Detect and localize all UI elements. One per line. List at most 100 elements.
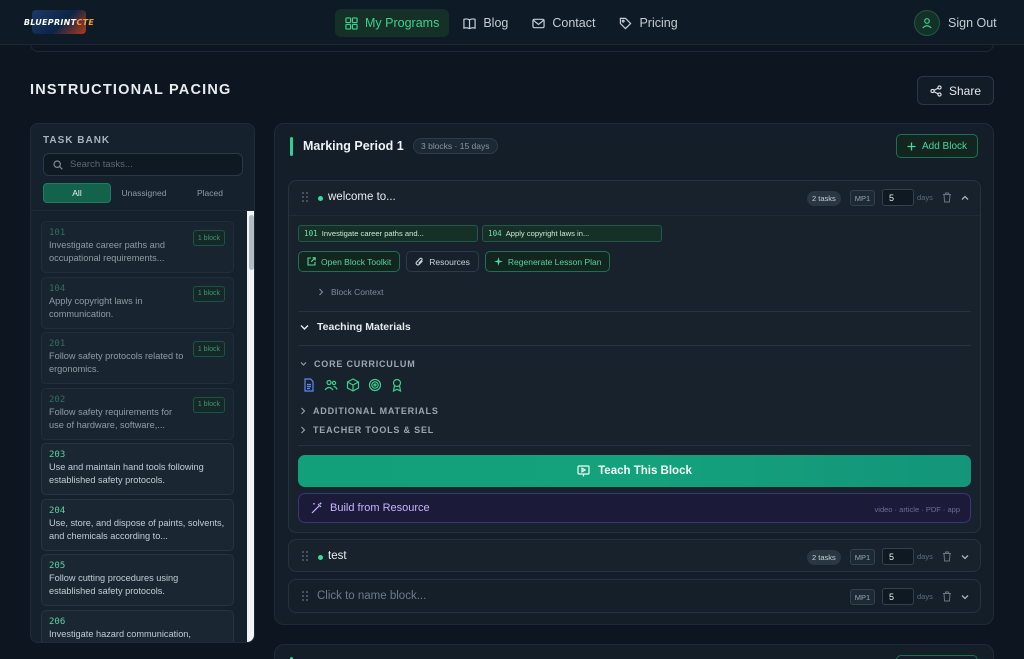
- sign-out-link[interactable]: Sign Out: [948, 16, 997, 30]
- chevron-right-icon: [301, 426, 306, 434]
- assigned-task-chips: 101 Investigate career paths and... 104 Ap…: [298, 225, 662, 242]
- chevron-down-icon: [300, 324, 309, 330]
- task-card[interactable]: 204 Use, store, and dispose of paints, s…: [41, 498, 234, 551]
- task-list-scrollbar[interactable]: [247, 211, 254, 642]
- status-dot: [318, 555, 323, 560]
- period-accent-bar: [290, 137, 293, 156]
- open-block-toolkit-button[interactable]: Open Block Toolkit: [298, 251, 401, 272]
- days-input[interactable]: 5: [882, 588, 914, 605]
- resources-button[interactable]: Resources: [406, 251, 479, 272]
- action-label: Resources: [429, 256, 470, 267]
- filter-unassigned[interactable]: Unassigned: [111, 183, 177, 203]
- share-icon: [930, 84, 942, 97]
- nav-link-contact[interactable]: Contact: [522, 9, 605, 37]
- days-label: days: [917, 193, 933, 202]
- category-teacher-tools[interactable]: TEACHER TOOLS & SEL: [300, 425, 434, 435]
- chevron-down-icon[interactable]: [960, 552, 970, 562]
- nav-link-my-programs[interactable]: My Programs: [335, 9, 450, 37]
- cube-icon[interactable]: [346, 378, 360, 392]
- block-body: 101 Investigate career paths and... 104 Ap…: [289, 215, 980, 532]
- drag-handle-icon[interactable]: [302, 551, 308, 562]
- document-icon[interactable]: [302, 378, 316, 392]
- teaching-materials-label: Teaching Materials: [317, 321, 411, 333]
- filter-all[interactable]: All: [43, 183, 111, 203]
- category-core-curriculum[interactable]: CORE CURRICULUM: [300, 359, 416, 369]
- plus-icon: [907, 142, 916, 150]
- block-name[interactable]: test: [328, 550, 347, 562]
- block-name-input[interactable]: Click to name block...: [317, 590, 426, 602]
- category-additional-materials[interactable]: ADDITIONAL MATERIALS: [300, 406, 439, 416]
- trash-icon[interactable]: [942, 551, 952, 562]
- task-text: Follow safety requirements for use of ha…: [49, 406, 173, 430]
- app-logo[interactable]: BLUEPRINT CTE: [24, 10, 94, 34]
- days-input[interactable]: 5: [882, 189, 914, 206]
- divider: [298, 311, 971, 312]
- chevron-down-icon[interactable]: [960, 592, 970, 602]
- task-count-badge: 2 tasks: [807, 191, 841, 206]
- marking-period-title: Marking Period 1: [303, 139, 404, 153]
- drag-handle-icon[interactable]: [302, 591, 308, 602]
- user-avatar[interactable]: [914, 10, 940, 36]
- task-code: 206: [49, 616, 66, 627]
- nav-link-label: Contact: [552, 16, 596, 30]
- task-search-input[interactable]: Search tasks...: [43, 153, 243, 176]
- block-name[interactable]: welcome to...: [328, 191, 396, 203]
- task-list: 101 Investigate career paths and occupat…: [41, 221, 234, 642]
- nav-link-pricing[interactable]: Pricing: [609, 9, 687, 37]
- filter-placed[interactable]: Placed: [177, 183, 243, 203]
- chip-text: Apply copyright laws in...: [505, 229, 590, 238]
- scrollbar-thumb[interactable]: [249, 215, 254, 270]
- share-label: Share: [948, 83, 982, 98]
- award-icon[interactable]: [390, 378, 404, 392]
- divider: [298, 345, 971, 346]
- add-block-button[interactable]: [896, 655, 978, 659]
- trash-icon[interactable]: [942, 591, 952, 602]
- mp-select[interactable]: MP1: [850, 190, 875, 206]
- task-chip[interactable]: 101 Investigate career paths and...: [298, 225, 478, 242]
- task-card[interactable]: 101 Investigate career paths and occupat…: [41, 221, 234, 273]
- target-icon[interactable]: [368, 378, 382, 392]
- build-from-resource-button[interactable]: Build from Resource video · article · PD…: [298, 493, 971, 523]
- task-block-badge: 1 block: [192, 285, 225, 302]
- share-button[interactable]: Share: [917, 76, 994, 105]
- days-label: days: [917, 552, 933, 561]
- marking-period-panel: Marking Period 1 3 blocks · 15 days Add …: [274, 123, 994, 625]
- task-card[interactable]: 104 Apply copyright laws in communicatio…: [41, 276, 234, 329]
- nav-link-label: Pricing: [639, 16, 678, 30]
- regenerate-lesson-plan-button[interactable]: Regenerate Lesson Plan: [484, 251, 611, 272]
- days-label: days: [917, 592, 933, 601]
- mp-select[interactable]: MP1: [850, 549, 875, 565]
- block-header[interactable]: test 2 tasks MP1 5 days: [289, 540, 980, 573]
- task-text: Use, store, and dispose of paints, solve…: [49, 517, 225, 541]
- trash-icon[interactable]: [942, 192, 952, 203]
- search-placeholder: Search tasks...: [70, 159, 133, 170]
- teaching-materials-toggle[interactable]: Teaching Materials: [300, 321, 411, 333]
- block-context-label: Block Context: [331, 287, 384, 297]
- task-card[interactable]: 202 Follow safety requirements for use o…: [41, 387, 234, 440]
- task-card[interactable]: 203 Use and maintain hand tools followin…: [41, 443, 234, 495]
- task-bank-panel: TASK BANK Search tasks... All Unassigned…: [30, 123, 255, 643]
- chevron-up-icon[interactable]: [960, 193, 970, 203]
- task-code: 204: [49, 505, 66, 516]
- add-block-button[interactable]: Add Block: [896, 134, 978, 158]
- mp-select[interactable]: MP1: [850, 589, 875, 605]
- users-icon[interactable]: [324, 378, 338, 392]
- chevron-right-icon: [301, 407, 306, 415]
- build-from-resource: Build from Resource: [311, 502, 430, 514]
- resource-types: video · article · PDF · app: [874, 505, 960, 514]
- task-card[interactable]: 205 Follow cutting procedures using esta…: [41, 554, 234, 606]
- pacing-block: welcome to... 2 tasks MP1 5 days 101 Inve…: [288, 180, 981, 533]
- nav-link-blog[interactable]: Blog: [453, 9, 518, 37]
- task-chip[interactable]: 104 Apply copyright laws in...: [482, 225, 662, 242]
- marking-period-meta: 3 blocks · 15 days: [413, 138, 498, 154]
- block-header[interactable]: welcome to... 2 tasks MP1 5 days: [289, 181, 980, 215]
- chip-code: 104: [488, 229, 502, 238]
- block-header[interactable]: Click to name block... MP1 5 days: [289, 580, 980, 614]
- teach-this-block-button[interactable]: Teach This Block: [298, 455, 971, 487]
- drag-handle-icon[interactable]: [302, 192, 308, 203]
- task-card[interactable]: 206 Investigate hazard communication,: [41, 609, 234, 642]
- collapsed-panel-edge: [30, 44, 994, 52]
- days-input[interactable]: 5: [882, 548, 914, 565]
- task-card[interactable]: 201 Follow safety protocols related to e…: [41, 332, 234, 384]
- block-context-toggle[interactable]: Block Context: [318, 287, 383, 297]
